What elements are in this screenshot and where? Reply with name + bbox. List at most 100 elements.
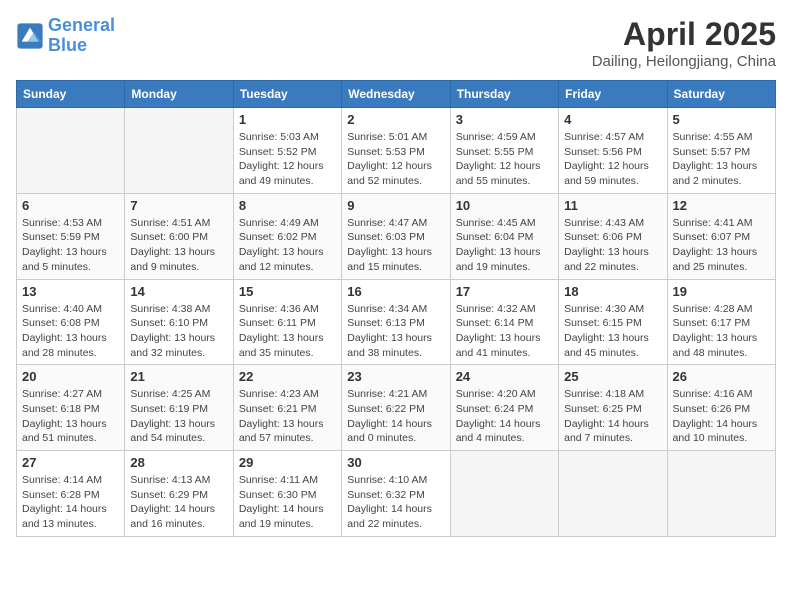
day-info: Sunrise: 4:13 AM Sunset: 6:29 PM Dayligh… xyxy=(130,473,227,532)
calendar-cell: 22 Sunrise: 4:23 AM Sunset: 6:21 PM Dayli… xyxy=(233,365,341,451)
calendar-week-1: 1 Sunrise: 5:03 AM Sunset: 5:52 PM Daylig… xyxy=(17,108,776,194)
day-info: Sunrise: 4:10 AM Sunset: 6:32 PM Dayligh… xyxy=(347,473,444,532)
calendar-cell: 11 Sunrise: 4:43 AM Sunset: 6:06 PM Dayli… xyxy=(559,193,667,279)
calendar-cell: 24 Sunrise: 4:20 AM Sunset: 6:24 PM Dayli… xyxy=(450,365,558,451)
day-info: Sunrise: 4:30 AM Sunset: 6:15 PM Dayligh… xyxy=(564,302,661,361)
day-info: Sunrise: 4:40 AM Sunset: 6:08 PM Dayligh… xyxy=(22,302,119,361)
logo-icon xyxy=(16,22,44,50)
day-info: Sunrise: 4:49 AM Sunset: 6:02 PM Dayligh… xyxy=(239,216,336,275)
calendar-cell: 26Sunrise: 4:16 AM Sunset: 6:26 PM Dayli… xyxy=(667,365,775,451)
day-info: Sunrise: 4:25 AM Sunset: 6:19 PM Dayligh… xyxy=(130,387,227,446)
day-number: 24 xyxy=(456,369,553,384)
day-info: Sunrise: 4:21 AM Sunset: 6:22 PM Dayligh… xyxy=(347,387,444,446)
day-info: Sunrise: 4:38 AM Sunset: 6:10 PM Dayligh… xyxy=(130,302,227,361)
calendar-week-5: 27 Sunrise: 4:14 AM Sunset: 6:28 PM Dayli… xyxy=(17,451,776,537)
calendar-cell xyxy=(125,108,233,194)
day-number: 4 xyxy=(564,112,661,127)
page-header: General Blue April 2025 Dailing, Heilong… xyxy=(16,16,776,70)
calendar-cell: 4Sunrise: 4:57 AM Sunset: 5:56 PM Daylig… xyxy=(559,108,667,194)
calendar-cell: 20 Sunrise: 4:27 AM Sunset: 6:18 PM Dayli… xyxy=(17,365,125,451)
day-number: 11 xyxy=(564,198,661,213)
day-info: Sunrise: 4:27 AM Sunset: 6:18 PM Dayligh… xyxy=(22,387,119,446)
calendar-cell: 9Sunrise: 4:47 AM Sunset: 6:03 PM Daylig… xyxy=(342,193,450,279)
day-info: Sunrise: 4:53 AM Sunset: 5:59 PM Dayligh… xyxy=(22,216,119,275)
calendar-cell: 25Sunrise: 4:18 AM Sunset: 6:25 PM Dayli… xyxy=(559,365,667,451)
day-number: 14 xyxy=(130,284,227,299)
day-number: 13 xyxy=(22,284,119,299)
day-info: Sunrise: 4:11 AM Sunset: 6:30 PM Dayligh… xyxy=(239,473,336,532)
day-info: Sunrise: 4:36 AM Sunset: 6:11 PM Dayligh… xyxy=(239,302,336,361)
calendar-cell: 27 Sunrise: 4:14 AM Sunset: 6:28 PM Dayli… xyxy=(17,451,125,537)
day-number: 17 xyxy=(456,284,553,299)
calendar-cell: 8 Sunrise: 4:49 AM Sunset: 6:02 PM Daylig… xyxy=(233,193,341,279)
day-number: 22 xyxy=(239,369,336,384)
calendar-cell xyxy=(667,451,775,537)
calendar-cell: 16 Sunrise: 4:34 AM Sunset: 6:13 PM Dayli… xyxy=(342,279,450,365)
calendar-cell: 18 Sunrise: 4:30 AM Sunset: 6:15 PM Dayli… xyxy=(559,279,667,365)
column-header-wednesday: Wednesday xyxy=(342,81,450,108)
day-info: Sunrise: 4:43 AM Sunset: 6:06 PM Dayligh… xyxy=(564,216,661,275)
month-title: April 2025 xyxy=(592,16,776,53)
day-number: 19 xyxy=(673,284,770,299)
day-number: 16 xyxy=(347,284,444,299)
day-info: Sunrise: 4:34 AM Sunset: 6:13 PM Dayligh… xyxy=(347,302,444,361)
day-number: 18 xyxy=(564,284,661,299)
column-header-tuesday: Tuesday xyxy=(233,81,341,108)
calendar-header-row: SundayMondayTuesdayWednesdayThursdayFrid… xyxy=(17,81,776,108)
calendar-cell xyxy=(450,451,558,537)
day-number: 25 xyxy=(564,369,661,384)
day-number: 12 xyxy=(673,198,770,213)
day-number: 2 xyxy=(347,112,444,127)
calendar-cell: 14 Sunrise: 4:38 AM Sunset: 6:10 PM Dayli… xyxy=(125,279,233,365)
column-header-thursday: Thursday xyxy=(450,81,558,108)
calendar-week-4: 20 Sunrise: 4:27 AM Sunset: 6:18 PM Dayli… xyxy=(17,365,776,451)
day-number: 8 xyxy=(239,198,336,213)
column-header-friday: Friday xyxy=(559,81,667,108)
day-info: Sunrise: 4:23 AM Sunset: 6:21 PM Dayligh… xyxy=(239,387,336,446)
day-info: Sunrise: 4:20 AM Sunset: 6:24 PM Dayligh… xyxy=(456,387,553,446)
day-number: 1 xyxy=(239,112,336,127)
calendar-cell: 7 Sunrise: 4:51 AM Sunset: 6:00 PM Daylig… xyxy=(125,193,233,279)
day-number: 30 xyxy=(347,455,444,470)
calendar-cell: 1 Sunrise: 5:03 AM Sunset: 5:52 PM Daylig… xyxy=(233,108,341,194)
calendar-cell: 3Sunrise: 4:59 AM Sunset: 5:55 PM Daylig… xyxy=(450,108,558,194)
day-info: Sunrise: 4:47 AM Sunset: 6:03 PM Dayligh… xyxy=(347,216,444,275)
calendar-cell: 2 Sunrise: 5:01 AM Sunset: 5:53 PM Daylig… xyxy=(342,108,450,194)
day-number: 15 xyxy=(239,284,336,299)
column-header-monday: Monday xyxy=(125,81,233,108)
calendar-cell: 10Sunrise: 4:45 AM Sunset: 6:04 PM Dayli… xyxy=(450,193,558,279)
day-info: Sunrise: 4:28 AM Sunset: 6:17 PM Dayligh… xyxy=(673,302,770,361)
day-number: 20 xyxy=(22,369,119,384)
title-area: April 2025 Dailing, Heilongjiang, China xyxy=(592,16,776,70)
day-info: Sunrise: 4:51 AM Sunset: 6:00 PM Dayligh… xyxy=(130,216,227,275)
calendar-cell: 30 Sunrise: 4:10 AM Sunset: 6:32 PM Dayli… xyxy=(342,451,450,537)
logo: General Blue xyxy=(16,16,115,56)
day-info: Sunrise: 5:03 AM Sunset: 5:52 PM Dayligh… xyxy=(239,130,336,189)
day-number: 28 xyxy=(130,455,227,470)
calendar-week-2: 6Sunrise: 4:53 AM Sunset: 5:59 PM Daylig… xyxy=(17,193,776,279)
calendar-cell: 21Sunrise: 4:25 AM Sunset: 6:19 PM Dayli… xyxy=(125,365,233,451)
day-number: 27 xyxy=(22,455,119,470)
day-number: 7 xyxy=(130,198,227,213)
day-info: Sunrise: 4:14 AM Sunset: 6:28 PM Dayligh… xyxy=(22,473,119,532)
day-number: 5 xyxy=(673,112,770,127)
day-info: Sunrise: 4:55 AM Sunset: 5:57 PM Dayligh… xyxy=(673,130,770,189)
day-number: 26 xyxy=(673,369,770,384)
column-header-sunday: Sunday xyxy=(17,81,125,108)
calendar-cell: 19 Sunrise: 4:28 AM Sunset: 6:17 PM Dayli… xyxy=(667,279,775,365)
day-info: Sunrise: 5:01 AM Sunset: 5:53 PM Dayligh… xyxy=(347,130,444,189)
calendar-table: SundayMondayTuesdayWednesdayThursdayFrid… xyxy=(16,80,776,537)
calendar-cell: 17 Sunrise: 4:32 AM Sunset: 6:14 PM Dayli… xyxy=(450,279,558,365)
column-header-saturday: Saturday xyxy=(667,81,775,108)
day-info: Sunrise: 4:32 AM Sunset: 6:14 PM Dayligh… xyxy=(456,302,553,361)
day-number: 23 xyxy=(347,369,444,384)
day-info: Sunrise: 4:59 AM Sunset: 5:55 PM Dayligh… xyxy=(456,130,553,189)
calendar-cell: 23 Sunrise: 4:21 AM Sunset: 6:22 PM Dayli… xyxy=(342,365,450,451)
day-number: 29 xyxy=(239,455,336,470)
calendar-cell: 5 Sunrise: 4:55 AM Sunset: 5:57 PM Daylig… xyxy=(667,108,775,194)
calendar-cell: 13 Sunrise: 4:40 AM Sunset: 6:08 PM Dayli… xyxy=(17,279,125,365)
logo-line1: General xyxy=(48,15,115,35)
calendar-cell: 15 Sunrise: 4:36 AM Sunset: 6:11 PM Dayli… xyxy=(233,279,341,365)
logo-text: General Blue xyxy=(48,16,115,56)
calendar-cell: 28 Sunrise: 4:13 AM Sunset: 6:29 PM Dayli… xyxy=(125,451,233,537)
